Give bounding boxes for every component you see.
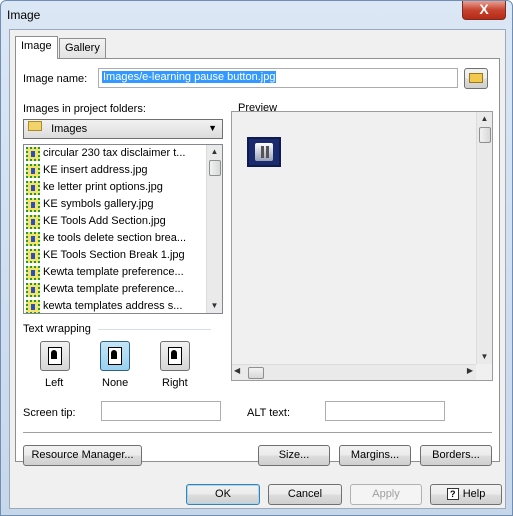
list-item-label: KE symbols gallery.jpg — [43, 198, 154, 210]
folder-select[interactable]: Images ▼ — [23, 119, 223, 139]
list-item[interactable]: KE insert address.jpg — [24, 162, 207, 179]
ok-button[interactable]: OK — [186, 484, 260, 505]
image-file-icon — [26, 248, 40, 263]
screen-tip-input[interactable] — [101, 401, 221, 421]
window-title: Image — [7, 8, 41, 22]
scroll-down-icon[interactable]: ▼ — [477, 350, 492, 364]
close-button[interactable]: X — [462, 1, 506, 20]
dialog-body: Image Gallery Image name: Images/e-learn… — [9, 29, 506, 509]
tab-gallery[interactable]: Gallery — [59, 38, 106, 58]
help-button-label: Help — [462, 488, 486, 500]
text-wrapping-label: Text wrapping — [23, 323, 91, 335]
list-item[interactable]: ke tools delete section brea... — [24, 230, 207, 247]
image-file-icon — [26, 265, 40, 280]
folder-open-icon — [469, 73, 483, 83]
list-item-label: Kewta template preference... — [43, 283, 184, 295]
image-file-icon — [26, 231, 40, 246]
image-name-label: Image name: — [23, 73, 88, 85]
group-divider — [98, 329, 211, 330]
preview-vscrollbar[interactable]: ▲ ▼ — [476, 112, 492, 364]
borders-button[interactable]: Borders... — [420, 445, 492, 466]
wrap-right-label: Right — [162, 377, 188, 389]
list-item-label: ke tools delete section brea... — [43, 232, 187, 244]
wrap-right-button[interactable] — [160, 341, 190, 371]
image-file-list[interactable]: circular 230 tax disclaimer t... KE inser… — [23, 144, 223, 314]
list-item[interactable]: Kewta template preference... — [24, 281, 207, 298]
list-item[interactable]: kewta templates address s... — [24, 298, 207, 313]
preview-image — [247, 137, 281, 167]
wrap-none-icon — [108, 347, 122, 365]
cancel-button[interactable]: Cancel — [268, 484, 342, 505]
help-button[interactable]: ? Help — [430, 484, 502, 505]
wrap-left-button[interactable] — [40, 341, 70, 371]
margins-button[interactable]: Margins... — [339, 445, 411, 466]
wrap-right-icon — [168, 347, 182, 365]
separator — [23, 432, 492, 434]
file-list-scrollbar[interactable]: ▲ ▼ — [206, 145, 222, 313]
title-bar[interactable]: Image X — [1, 1, 512, 29]
image-file-icon — [26, 197, 40, 212]
browse-button[interactable] — [464, 68, 488, 89]
wrap-none-label: None — [102, 377, 129, 389]
list-item-label: KE Tools Section Break 1.jpg — [43, 249, 185, 261]
close-icon: X — [479, 1, 489, 17]
image-file-icon — [26, 146, 40, 161]
image-file-icon — [26, 299, 40, 313]
scroll-left-icon[interactable]: ◀ — [234, 366, 240, 375]
scroll-thumb[interactable] — [479, 127, 491, 143]
list-item-label: KE insert address.jpg — [43, 164, 148, 176]
tab-image[interactable]: Image — [15, 36, 58, 59]
scroll-up-icon[interactable]: ▲ — [207, 145, 222, 159]
image-dialog: Image X Image Gallery Image name: Images… — [0, 0, 513, 516]
image-tab-panel: Image name: Images/e-learning pause butt… — [15, 58, 500, 466]
resource-manager-button[interactable]: Resource Manager... — [23, 445, 142, 466]
screen-tip-label: Screen tip: — [23, 407, 76, 419]
scroll-thumb[interactable] — [209, 160, 221, 176]
list-item[interactable]: circular 230 tax disclaimer t... — [24, 145, 207, 162]
alt-text-input[interactable] — [325, 401, 445, 421]
preview-pane: ▲ ▼ ◀ ▶ — [231, 111, 493, 381]
tab-label: Image — [21, 40, 52, 52]
chevron-down-icon: ▼ — [208, 123, 217, 133]
wrap-left-icon — [48, 347, 62, 365]
size-button[interactable]: Size... — [258, 445, 330, 466]
preview-hscrollbar[interactable]: ◀ ▶ — [232, 364, 476, 380]
apply-button[interactable]: Apply — [350, 484, 422, 505]
image-file-icon — [26, 214, 40, 229]
image-file-icon — [26, 163, 40, 178]
list-item-label: circular 230 tax disclaimer t... — [43, 147, 186, 159]
list-item-label: Kewta template preference... — [43, 266, 184, 278]
help-icon: ? — [446, 488, 459, 500]
folder-select-value: Images — [51, 123, 88, 135]
list-item[interactable]: Kewta template preference... — [24, 264, 207, 281]
list-item-label: ke letter print options.jpg — [43, 181, 163, 193]
image-name-input[interactable]: Images/e-learning pause button.jpg — [98, 68, 458, 88]
alt-text-label: ALT text: — [247, 407, 291, 419]
folders-label: Images in project folders: — [23, 103, 146, 115]
scroll-right-icon[interactable]: ▶ — [467, 366, 473, 375]
list-item[interactable]: KE symbols gallery.jpg — [24, 196, 207, 213]
tab-label: Gallery — [65, 42, 100, 54]
list-item-label: kewta templates address s... — [43, 300, 183, 312]
image-name-value: Images/e-learning pause button.jpg — [102, 71, 277, 83]
wrap-left-label: Left — [45, 377, 64, 389]
folder-icon — [28, 121, 42, 132]
scroll-up-icon[interactable]: ▲ — [477, 112, 492, 126]
wrap-none-button[interactable] — [100, 341, 130, 371]
list-item-label: KE Tools Add Section.jpg — [43, 215, 166, 227]
scroll-thumb[interactable] — [248, 367, 264, 379]
list-item[interactable]: KE Tools Section Break 1.jpg — [24, 247, 207, 264]
image-file-icon — [26, 282, 40, 297]
image-file-icon — [26, 180, 40, 195]
list-item[interactable]: KE Tools Add Section.jpg — [24, 213, 207, 230]
list-item[interactable]: ke letter print options.jpg — [24, 179, 207, 196]
scroll-down-icon[interactable]: ▼ — [207, 299, 222, 313]
